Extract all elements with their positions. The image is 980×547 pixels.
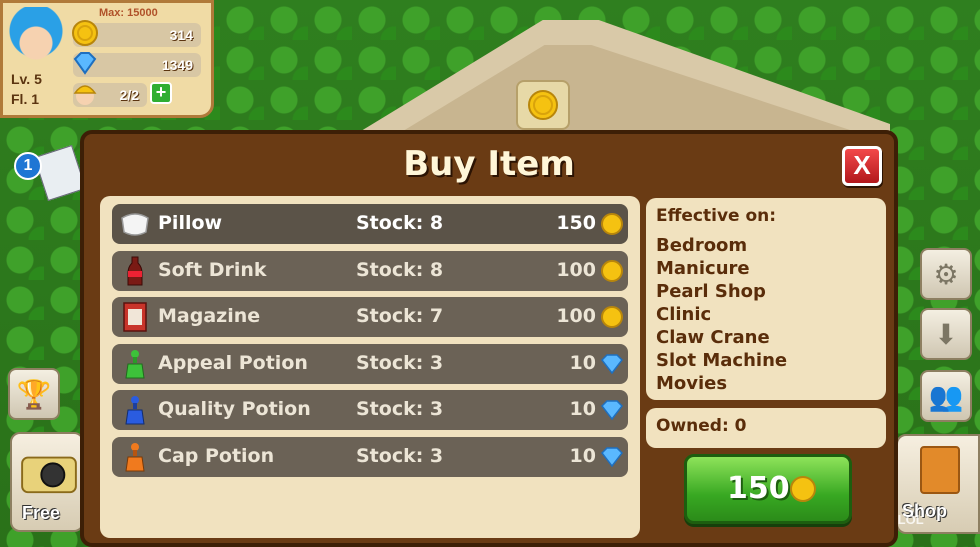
buy-price: 150 [727, 471, 790, 506]
coin-icon [601, 306, 623, 328]
item-row-quality-potion[interactable]: Quality Potion Stock: 3 10 [112, 390, 628, 430]
people-icon: 👥 [928, 379, 964, 413]
item-row-cap-potion[interactable]: Cap Potion Stock: 3 10 [112, 436, 628, 477]
coin-icon [601, 259, 623, 282]
effective-on-item: Bedroom [656, 235, 748, 256]
green-potion-icon [125, 349, 145, 378]
dialog-title: Buy Item [403, 144, 575, 184]
item-stock: Stock: 7 [356, 305, 444, 327]
item-name: Cap Potion [158, 444, 275, 467]
effective-on-item: Slot Machine [656, 350, 788, 371]
buy-item-dialog: Buy Item X Pillow Stock: 8 150 Soft Drin… [80, 130, 898, 547]
player-avatar[interactable] [7, 7, 65, 67]
item-row-soft-drink[interactable]: Soft Drink Stock: 8 100 [112, 250, 628, 291]
owned-count: Owned: 0 [646, 408, 886, 448]
coins-value: 314 [169, 27, 193, 43]
camera-icon [21, 456, 77, 494]
quest-count-badge[interactable]: 1 [14, 152, 42, 180]
coin-icon [790, 476, 816, 502]
item-row-pillow[interactable]: Pillow Stock: 8 150 [112, 204, 628, 244]
achievements-button[interactable]: 🏆 [8, 368, 60, 420]
item-price: 100 [556, 258, 596, 281]
blue-potion-icon [125, 396, 145, 425]
coin-icon [601, 213, 623, 235]
effective-on-item: Pearl Shop [656, 281, 766, 302]
item-name: Magazine [158, 305, 261, 327]
workers-value: 2/2 [119, 87, 139, 103]
settings-button[interactable]: ⚙ [920, 248, 972, 300]
gem-icon [601, 353, 623, 374]
effective-on-panel[interactable]: Effective on: Bedroom Manicure Pearl Sho… [646, 198, 886, 400]
inventory-button[interactable]: ⬇ [920, 308, 972, 360]
coin-icon [72, 20, 98, 46]
pillow-icon [121, 213, 149, 236]
effective-on-item: Manicure [656, 258, 750, 279]
buy-button[interactable]: 150 [684, 454, 852, 524]
effective-on-label: Effective on: [656, 206, 777, 226]
gems-counter: 1349 [73, 52, 201, 77]
gear-icon: ⚙ [933, 257, 959, 291]
player-status-panel: Lv. 5 Fl. 1 Max: 15000 314 1349 2/2 + [0, 0, 214, 118]
item-name: Appeal Potion [158, 351, 308, 374]
gem-icon [601, 446, 623, 467]
workers-counter: 2/2 [73, 83, 147, 107]
effective-on-item: Claw Crane [656, 327, 770, 348]
item-stock: Stock: 3 [356, 398, 444, 420]
coin-icon [528, 90, 558, 120]
item-row-appeal-potion[interactable]: Appeal Potion Stock: 3 10 [112, 343, 628, 384]
player-level: Lv. 5 [11, 71, 42, 87]
item-stock: Stock: 3 [356, 444, 444, 467]
gem-icon [73, 52, 97, 75]
item-price: 10 [569, 444, 596, 467]
item-list: Pillow Stock: 8 150 Soft Drink Stock: 8 … [100, 196, 640, 538]
item-price: 10 [569, 351, 596, 374]
coins-counter: 314 [72, 20, 201, 47]
soda-bottle-icon [127, 256, 143, 285]
coin-collect-bubble[interactable] [516, 80, 570, 130]
orange-potion-icon [125, 442, 145, 471]
item-row-magazine[interactable]: Magazine Stock: 7 100 [112, 297, 628, 337]
worker-helmet-icon [73, 85, 97, 105]
free-camera-button[interactable]: Free [10, 432, 84, 532]
shopping-bag-icon [920, 446, 960, 494]
coin-max-label: Max: 15000 [99, 7, 158, 19]
item-price: 100 [556, 305, 596, 327]
add-worker-button[interactable]: + [150, 82, 172, 104]
close-button[interactable]: X [842, 146, 882, 186]
gems-value: 1349 [161, 57, 193, 73]
player-floor: Fl. 1 [11, 91, 40, 107]
gem-icon [601, 400, 623, 421]
free-label: Free [22, 503, 61, 523]
friends-button[interactable]: 👥 [920, 370, 972, 422]
item-stock: Stock: 8 [356, 258, 444, 281]
effective-on-item: Clinic [656, 304, 712, 325]
item-name: Soft Drink [158, 258, 267, 281]
box-icon: ⬇ [934, 317, 958, 351]
item-price: 150 [556, 212, 596, 234]
magazine-icon [123, 302, 147, 332]
item-price: 10 [569, 398, 596, 420]
effective-on-item: Movies [656, 373, 728, 394]
item-stock: Stock: 8 [356, 212, 444, 234]
item-stock: Stock: 3 [356, 351, 444, 374]
trophy-icon: 🏆 [16, 377, 52, 411]
item-name: Pillow [158, 212, 223, 234]
item-name: Quality Potion [158, 398, 311, 420]
